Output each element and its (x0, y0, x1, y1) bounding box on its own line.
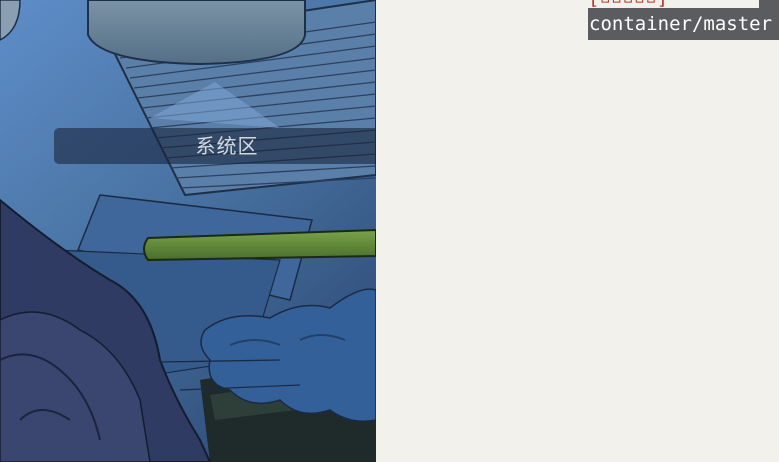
wallpaper-illustration: 系统区 (0, 0, 376, 462)
clipped-top-text: [▫▫▫▫▫] (588, 0, 779, 8)
system-area-label: 系统区 (54, 128, 376, 164)
terminal-pane: [▫▫▫▫▫] container/master (376, 0, 779, 462)
container-path-label: container/master (588, 8, 779, 40)
illustration-image (0, 0, 376, 462)
clipped-top-bar (759, 0, 779, 8)
screen: 系统区 [▫▫▫▫▫] container/master (0, 0, 779, 462)
